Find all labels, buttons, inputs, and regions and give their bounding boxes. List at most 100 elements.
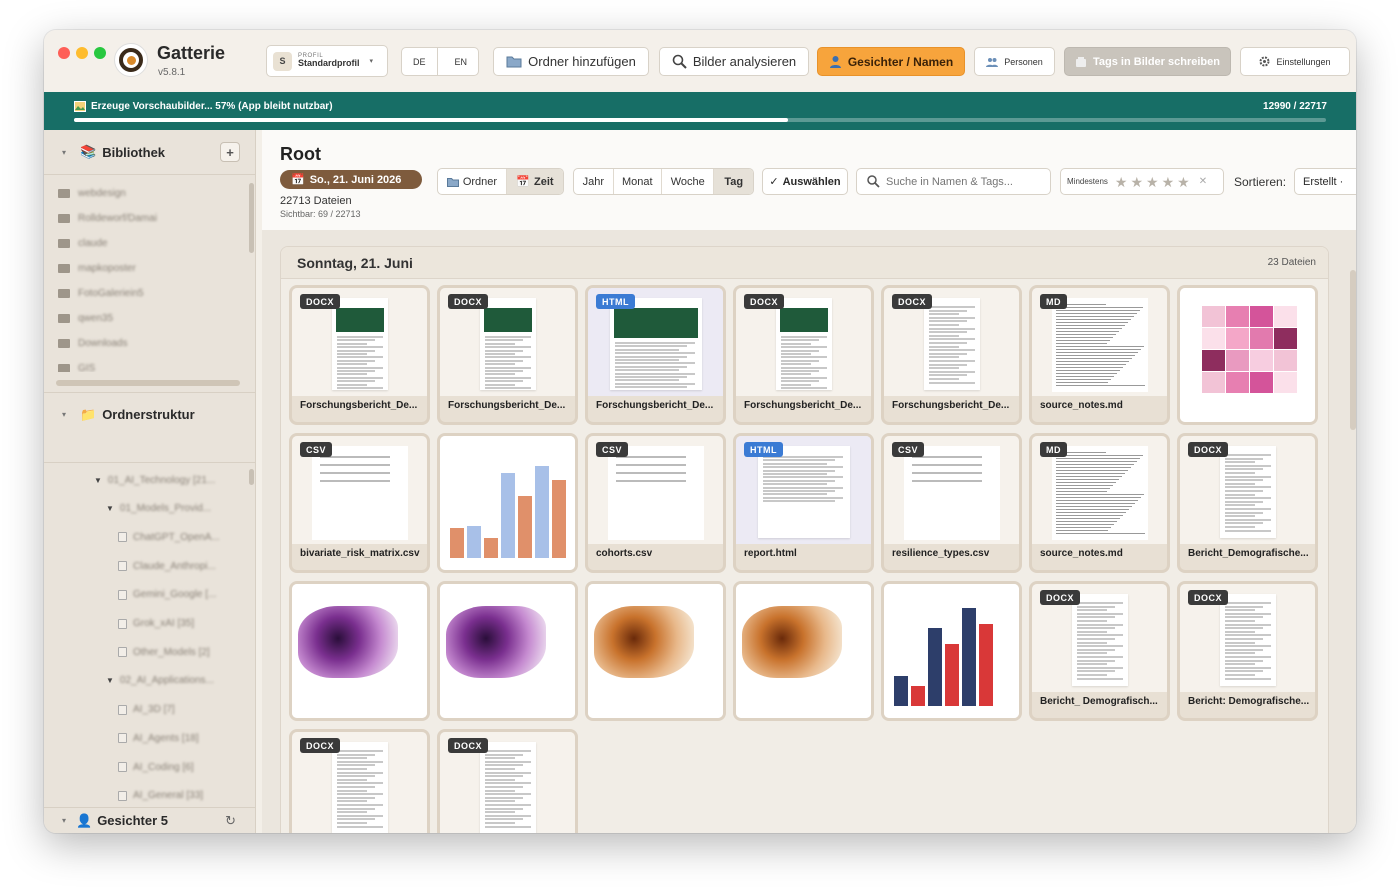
date-pill[interactable]: 📅 So., 21. Juni 2026 xyxy=(280,170,422,189)
tree-item[interactable]: AI_Agents [18] xyxy=(118,728,199,748)
star-icon[interactable]: ★ xyxy=(1115,175,1128,189)
view-folder-button[interactable]: Ordner xyxy=(438,169,507,194)
thumbnail-card[interactable]: MD source_notes.md xyxy=(1029,433,1170,573)
text-line xyxy=(1225,518,1271,521)
search-input[interactable] xyxy=(886,175,1036,188)
csv-preview xyxy=(608,446,704,540)
view-time-button[interactable]: 📅 Zeit xyxy=(506,169,563,194)
thumbnail-card[interactable]: DOCX Forschungsbericht_De... xyxy=(437,285,578,425)
thumbnail-card[interactable]: DOCX Bericht_Demografische... xyxy=(1177,433,1318,573)
close-window-button[interactable] xyxy=(58,47,70,59)
thumbnail-card[interactable]: DOCX xyxy=(289,729,430,833)
select-button[interactable]: ✓ Auswählen xyxy=(762,168,848,195)
thumbnail-card[interactable]: DOCX xyxy=(437,729,578,833)
thumbnail-card[interactable]: HTML Forschungsbericht_De... xyxy=(585,285,726,425)
text-line xyxy=(1077,616,1115,619)
text-line xyxy=(929,309,967,312)
thumbnail-card[interactable]: DOCX Forschungsbericht_De... xyxy=(881,285,1022,425)
thumbnail-card[interactable] xyxy=(437,581,578,721)
tree-item[interactable]: AI_Coding [6] xyxy=(118,757,194,777)
add-library-button[interactable]: + xyxy=(220,142,240,162)
period-month-button[interactable]: Monat xyxy=(614,169,663,194)
tree-item[interactable]: ▼ 01_Models_Provid... xyxy=(106,499,211,519)
folder-icon xyxy=(58,213,70,223)
zoom-window-button[interactable] xyxy=(94,47,106,59)
tree-item[interactable]: ▼ 01_AI_Technology [21... xyxy=(94,470,215,490)
thumbnail-card[interactable]: DOCX Forschungsbericht_De... xyxy=(733,285,874,425)
folder-structure-header[interactable]: ▾ 📁 Ordnerstruktur xyxy=(44,392,256,436)
persons-button[interactable]: Personen xyxy=(974,47,1055,76)
thumbnail-card[interactable]: MD source_notes.md xyxy=(1029,285,1170,425)
faces-header[interactable]: ▾ 👤 Gesichter 5 ↻ xyxy=(44,807,256,833)
tree-item[interactable]: ▼ 02_AI_Applications... xyxy=(106,671,214,691)
library-item[interactable]: FotoGaleriein5 xyxy=(58,283,144,303)
thumbnail-card[interactable]: DOCX Bericht_ Demografisch... xyxy=(1029,581,1170,721)
library-header[interactable]: ▾ 📚 Bibliothek + xyxy=(44,130,256,174)
csv-row xyxy=(320,464,390,466)
chart-bar xyxy=(518,496,532,558)
thumbnail-card[interactable] xyxy=(437,433,578,573)
star-icon[interactable]: ★ xyxy=(1146,175,1159,189)
thumbnail-card[interactable] xyxy=(289,581,430,721)
thumbnail-filename: Bericht_Demografische... xyxy=(1188,548,1309,559)
clear-rating-icon[interactable]: ✕ xyxy=(1199,176,1207,187)
minimize-window-button[interactable] xyxy=(76,47,88,59)
library-item[interactable]: Downloads xyxy=(58,333,127,353)
period-week-button[interactable]: Woche xyxy=(662,169,715,194)
text-line xyxy=(763,466,843,469)
refresh-icon[interactable]: ↻ xyxy=(225,813,236,829)
text-line xyxy=(615,376,687,378)
library-item[interactable]: claude xyxy=(58,233,107,253)
triangle-down-icon[interactable]: ▼ xyxy=(106,676,114,685)
tree-item[interactable]: Claude_Anthropi... xyxy=(118,556,216,576)
tree-scrollbar[interactable] xyxy=(249,469,254,485)
tree-item[interactable]: AI_3D [7] xyxy=(118,700,175,720)
faces-names-button[interactable]: Gesichter / Namen xyxy=(817,47,965,76)
library-horizontal-scrollbar[interactable] xyxy=(56,380,240,386)
star-icon[interactable]: ★ xyxy=(1162,175,1175,189)
content-scrollbar[interactable] xyxy=(1350,270,1356,430)
star-icon[interactable]: ★ xyxy=(1130,175,1143,189)
text-line xyxy=(1056,373,1117,374)
thumbnail-card[interactable]: CSV bivariate_risk_matrix.csv xyxy=(289,433,430,573)
analyze-images-button[interactable]: Bilder analysieren xyxy=(659,47,809,76)
library-item[interactable]: Rolldeworf/Damai xyxy=(58,208,157,228)
library-scrollbar[interactable] xyxy=(249,183,254,253)
add-folder-button[interactable]: Ordner hinzufügen xyxy=(493,47,649,76)
triangle-down-icon[interactable]: ▼ xyxy=(94,476,102,485)
lang-de-button[interactable]: DE xyxy=(402,48,438,75)
library-item[interactable]: webdesign xyxy=(58,183,126,203)
profile-selector[interactable]: S PROFIL Standardprofil ▾ xyxy=(266,45,388,77)
thumbnail-card[interactable] xyxy=(881,581,1022,721)
library-item[interactable]: mapkoposter xyxy=(58,258,136,278)
period-year-button[interactable]: Jahr xyxy=(574,169,614,194)
library-item[interactable]: qwen35 xyxy=(58,308,113,328)
tree-item[interactable]: Other_Models [2] xyxy=(118,642,210,662)
lang-en-button[interactable]: EN xyxy=(444,48,479,75)
library-item[interactable]: GIS xyxy=(58,358,95,372)
thumbnail-card[interactable]: DOCX Bericht: Demografische... xyxy=(1177,581,1318,721)
thumbnail-card[interactable] xyxy=(1177,285,1318,425)
period-day-button[interactable]: Tag xyxy=(714,169,753,194)
thumbnail-card[interactable]: CSV cohorts.csv xyxy=(585,433,726,573)
settings-button[interactable]: Einstellungen xyxy=(1240,47,1350,76)
thumbnail-card[interactable] xyxy=(733,581,874,721)
text-line xyxy=(1225,508,1271,510)
text-line xyxy=(1077,623,1123,626)
text-line xyxy=(1077,638,1115,640)
write-tags-button[interactable]: Tags in Bilder schreiben xyxy=(1064,47,1231,76)
star-icon[interactable]: ★ xyxy=(1177,175,1190,189)
tree-item[interactable]: ChatGPT_OpenA... xyxy=(118,527,220,547)
tree-item[interactable]: AI_General [33] xyxy=(118,786,203,806)
heatmap-cell xyxy=(1226,328,1249,349)
thumbnail-card[interactable]: CSV resilience_types.csv xyxy=(881,433,1022,573)
thumbnail-card[interactable]: DOCX Forschungsbericht_De... xyxy=(289,285,430,425)
library-item-label: qwen35 xyxy=(78,312,114,324)
tree-item[interactable]: Gemini_Google [... xyxy=(118,585,216,605)
text-line xyxy=(1056,467,1131,468)
thumbnail-card[interactable]: HTML report.html xyxy=(733,433,874,573)
thumbnail-card[interactable] xyxy=(585,581,726,721)
tree-item[interactable]: Grok_xAI [35] xyxy=(118,614,194,634)
sort-select[interactable]: Erstellt · xyxy=(1294,168,1356,195)
triangle-down-icon[interactable]: ▼ xyxy=(106,504,114,513)
